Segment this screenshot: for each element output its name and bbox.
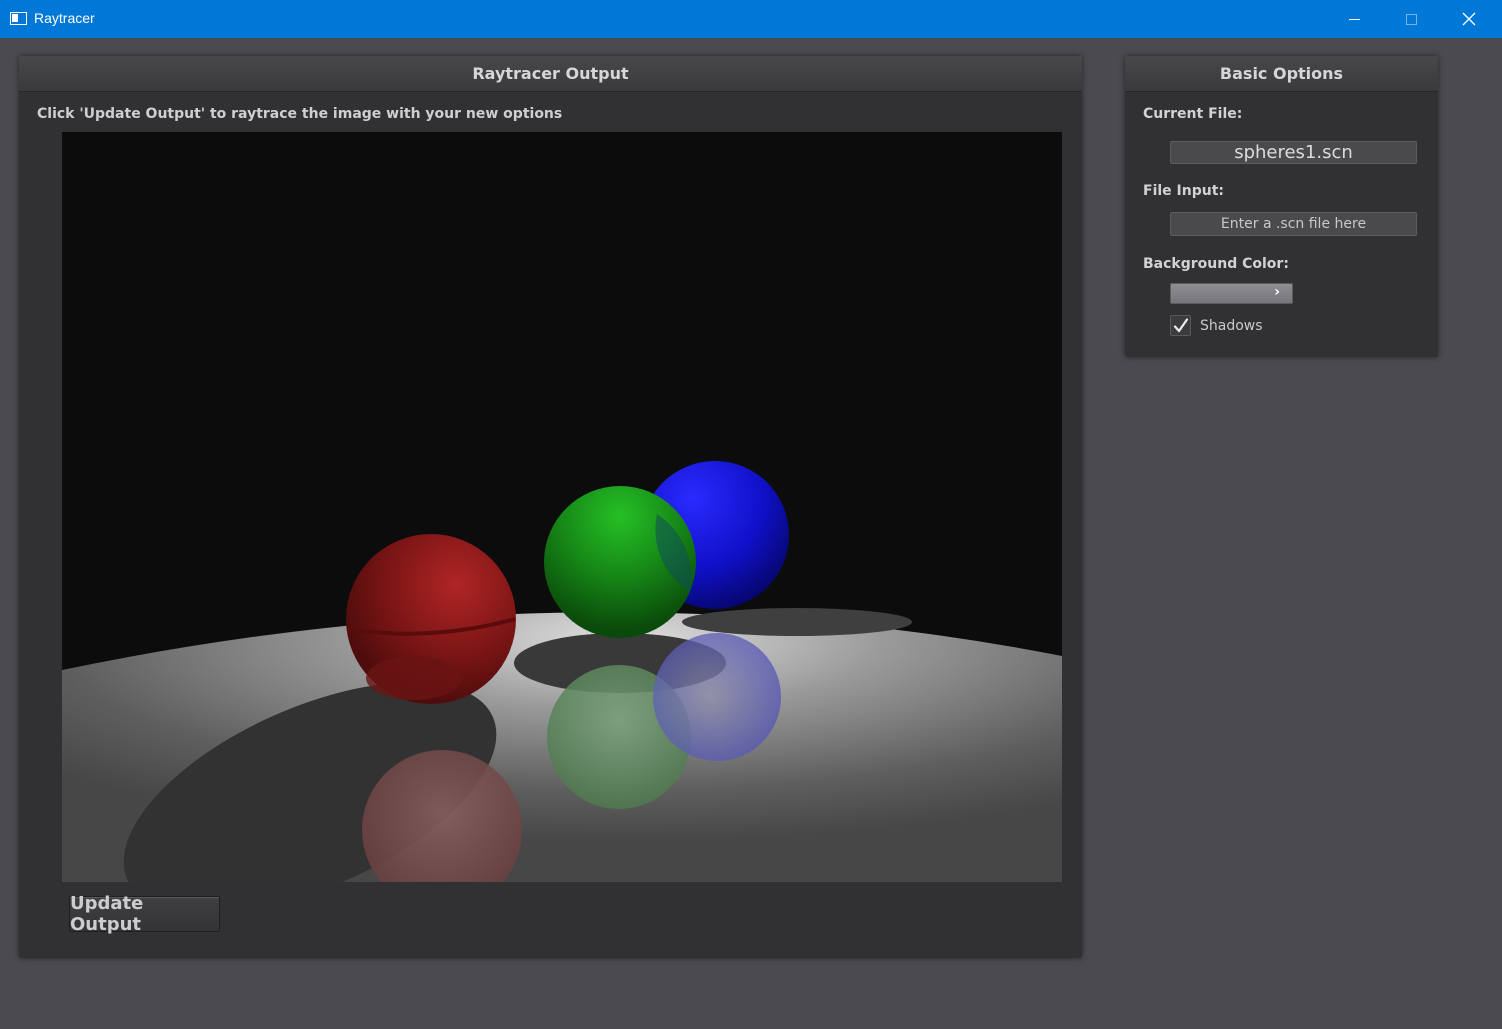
background-color-picker[interactable]: › (1170, 283, 1293, 304)
chevron-right-icon: › (1274, 284, 1280, 300)
maximize-icon (1405, 13, 1417, 25)
current-file-label: Current File: (1143, 106, 1243, 122)
minimize-icon (1348, 18, 1360, 20)
checkmark-icon (1173, 317, 1188, 332)
file-input-field[interactable] (1170, 212, 1417, 236)
app-icon (10, 12, 27, 25)
shadows-checkbox[interactable] (1170, 315, 1191, 336)
panel-title: Raytracer Output (19, 56, 1082, 92)
file-input-label: File Input: (1143, 183, 1224, 199)
update-output-button[interactable]: Update Output (69, 893, 220, 935)
instruction-text: Click 'Update Output' to raytrace the im… (37, 106, 563, 122)
window-titlebar[interactable]: Raytracer (0, 0, 1502, 38)
current-file-field: spheres1.scn (1170, 141, 1417, 164)
maximize-button[interactable] (1382, 0, 1440, 38)
raytracer-output-panel: Raytracer Output Click 'Update Output' t… (19, 56, 1082, 958)
background-color-label: Background Color: (1143, 256, 1289, 272)
basic-options-panel: Basic Options Current File: spheres1.scn… (1125, 56, 1438, 357)
render-output-image (62, 132, 1062, 882)
shadows-label: Shadows (1200, 317, 1263, 334)
shadows-option[interactable]: Shadows (1170, 315, 1263, 336)
window-title: Raytracer (34, 10, 95, 26)
panel-title: Basic Options (1125, 56, 1438, 92)
minimize-button[interactable] (1325, 0, 1383, 38)
close-button[interactable] (1440, 0, 1498, 38)
close-icon (1462, 12, 1476, 26)
